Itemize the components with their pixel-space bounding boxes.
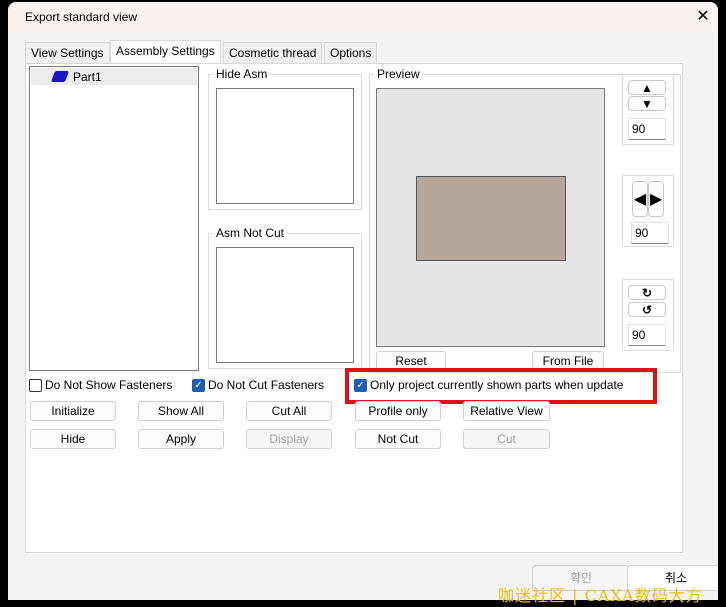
checkbox-box[interactable] xyxy=(29,378,42,392)
tab-cosmetic-thread[interactable]: Cosmetic thread xyxy=(223,42,323,63)
cut-button[interactable]: Cut xyxy=(463,429,550,449)
arrow-left-icon[interactable]: ◀ xyxy=(632,181,648,217)
rotate-clockwise-icon[interactable]: ↻ xyxy=(628,285,666,300)
not-cut-button[interactable]: Not Cut xyxy=(355,429,441,449)
arrow-right-icon[interactable]: ▶ xyxy=(648,181,664,217)
horizontal-angle-input[interactable]: 90 xyxy=(631,222,669,244)
horizontal-rotation-group: ◀ ▶ 90 xyxy=(622,175,674,247)
close-icon[interactable]: ✕ xyxy=(692,6,714,26)
asm-not-cut-list[interactable] xyxy=(216,247,354,363)
hide-asm-group: Hide Asm xyxy=(208,67,362,210)
cut-all-button[interactable]: Cut All xyxy=(246,401,332,421)
preview-label: Preview xyxy=(374,67,423,81)
title-bar: Export standard view ✕ xyxy=(8,2,718,32)
watermark: 咖迷社区 | CAXA数码大方 xyxy=(498,586,703,605)
initialize-button[interactable]: Initialize xyxy=(30,401,116,421)
vertical-rotation-group: ▲ ▼ 90 xyxy=(622,74,674,145)
display-button[interactable]: Display xyxy=(246,429,332,449)
spin-angle-input[interactable]: 90 xyxy=(628,324,666,346)
arrow-down-icon[interactable]: ▼ xyxy=(628,96,666,111)
tab-view-settings[interactable]: View Settings xyxy=(25,42,110,63)
part-icon xyxy=(50,71,70,82)
dialog-title: Export standard view xyxy=(25,10,138,24)
vertical-angle-input[interactable]: 90 xyxy=(628,118,666,140)
preview-part-shape xyxy=(416,176,566,261)
profile-only-button[interactable]: Profile only xyxy=(355,401,441,421)
checkbox-label: Only project currently shown parts when … xyxy=(370,378,624,392)
do-not-cut-fasteners-checkbox[interactable]: ✓ Do Not Cut Fasteners xyxy=(192,378,324,392)
checkbox-checked[interactable]: ✓ xyxy=(354,378,367,392)
tree-item-label: Part1 xyxy=(73,69,102,84)
spin-rotation-group: ↻ ↺ 90 xyxy=(622,279,674,351)
preview-canvas[interactable] xyxy=(376,88,605,347)
apply-button[interactable]: Apply xyxy=(138,429,224,449)
tab-options[interactable]: Options xyxy=(324,42,378,63)
show-all-button[interactable]: Show All xyxy=(138,401,224,421)
part-tree[interactable]: Part1 xyxy=(29,66,199,371)
relative-view-button[interactable]: Relative View xyxy=(463,401,550,421)
preview-group: Preview Reset From File ▲ ▼ 90 ◀ ▶ 90 ↻ … xyxy=(369,67,681,373)
asm-not-cut-group: Asm Not Cut xyxy=(208,226,362,369)
export-standard-view-dialog: Export standard view ✕ View Settings Ass… xyxy=(8,2,718,600)
checkbox-label: Do Not Show Fasteners xyxy=(45,378,173,392)
hide-button[interactable]: Hide xyxy=(30,429,116,449)
tab-panel: Part1 Hide Asm Asm Not Cut Preview Reset… xyxy=(25,63,683,553)
arrow-up-icon[interactable]: ▲ xyxy=(628,80,666,95)
only-project-shown-parts-checkbox[interactable]: ✓ Only project currently shown parts whe… xyxy=(354,378,623,392)
checkbox-checked[interactable]: ✓ xyxy=(192,378,205,392)
hide-asm-list[interactable] xyxy=(216,88,354,204)
tab-assembly-settings[interactable]: Assembly Settings xyxy=(110,40,221,64)
checkbox-label: Do Not Cut Fasteners xyxy=(208,378,325,392)
hide-asm-label: Hide Asm xyxy=(213,67,271,81)
tree-item-part1[interactable]: Part1 xyxy=(31,68,197,85)
rotate-counterclockwise-icon[interactable]: ↺ xyxy=(628,302,666,317)
asm-not-cut-label: Asm Not Cut xyxy=(213,226,288,240)
do-not-show-fasteners-checkbox[interactable]: Do Not Show Fasteners xyxy=(29,378,172,392)
